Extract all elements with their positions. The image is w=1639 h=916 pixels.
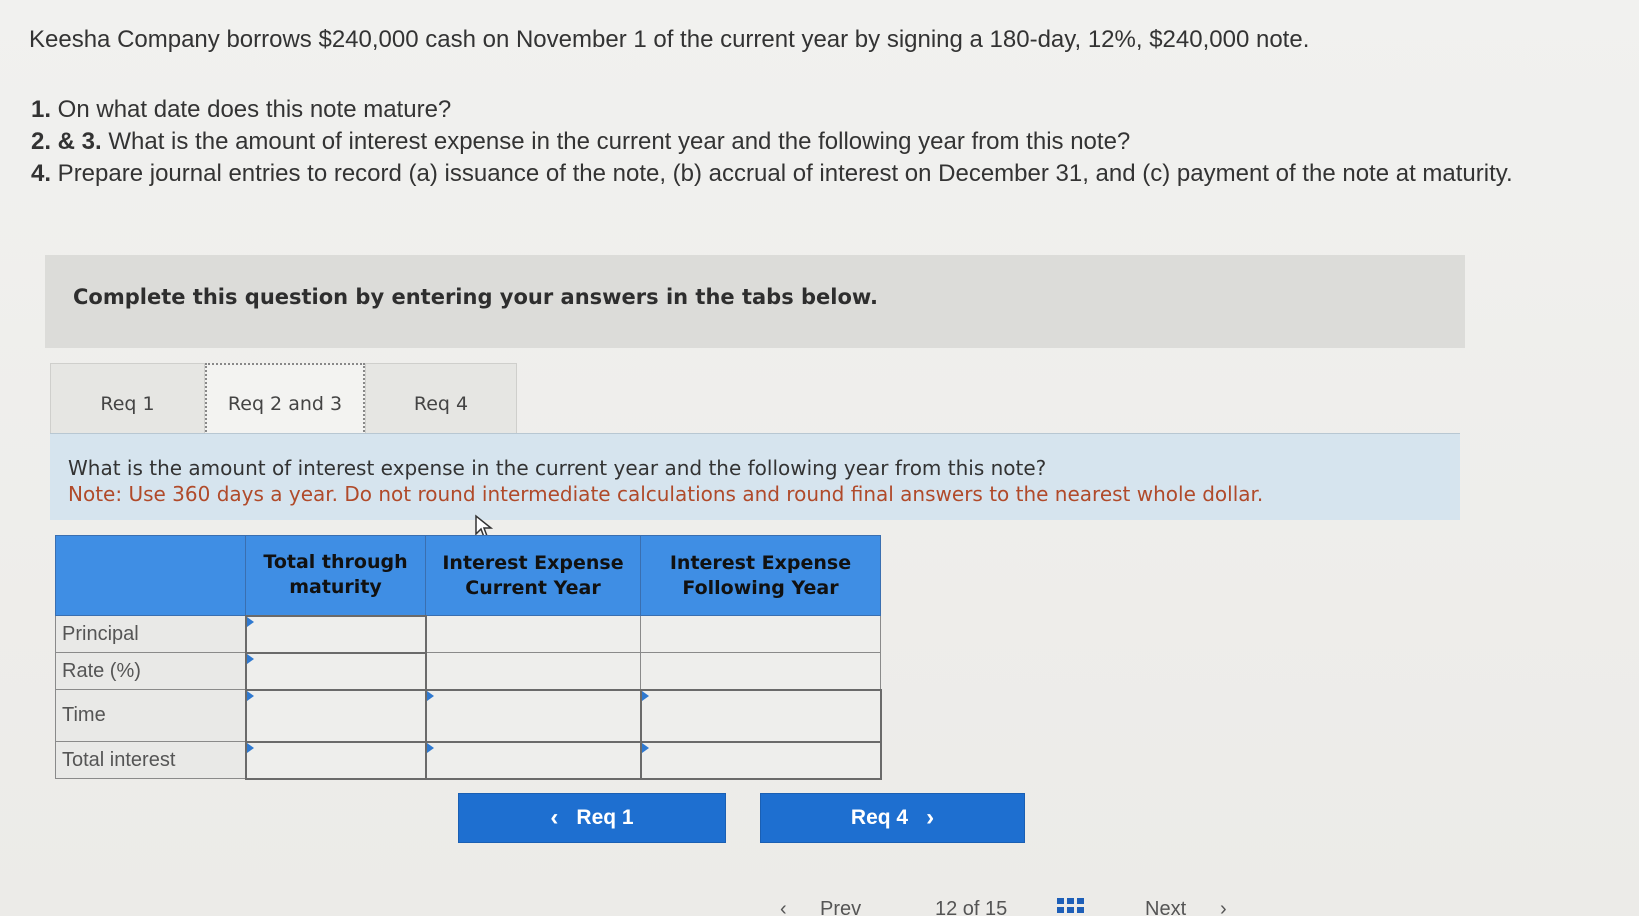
row-label: Rate (%) (55, 652, 246, 690)
interest-table: Total through maturity Interest Expense Cu… (55, 535, 882, 780)
question-list: 1. On what date does this note mature? 2… (31, 94, 1561, 190)
question-number: 4. (31, 160, 52, 187)
input-marker-icon (246, 690, 254, 701)
requirement-instructions: What is the amount of interest expense i… (50, 434, 1460, 520)
row-label: Total interest (55, 741, 246, 779)
chevron-right-icon: › (926, 804, 935, 831)
tab-label: Req 1 (100, 392, 155, 415)
page: Keesha Company borrows $240,000 cash on … (0, 0, 1639, 916)
pager-prev-chevron-icon[interactable]: ‹ (780, 898, 787, 916)
header-interest-current-year: Interest Expense Current Year (425, 535, 641, 616)
question-grid-icon[interactable] (1057, 898, 1087, 916)
total-interest-total-input[interactable] (244, 740, 427, 780)
problem-intro: Keesha Company borrows $240,000 cash on … (29, 26, 1310, 53)
cell-input[interactable] (246, 742, 425, 778)
input-marker-icon (246, 616, 254, 627)
principal-following-cell (640, 615, 881, 653)
tab-label: Req 2 and 3 (227, 393, 343, 415)
cell-input[interactable] (426, 742, 640, 778)
question-text: What is the amount of interest expense i… (101, 128, 1131, 155)
time-total-input[interactable] (244, 688, 427, 743)
rate-current-cell (425, 652, 641, 690)
pager-next-link[interactable]: Next (1145, 898, 1186, 916)
table-header-row: Total through maturity Interest Expense Cu… (55, 535, 881, 616)
principal-current-cell (425, 615, 641, 653)
table-row-time: Time (55, 688, 882, 743)
header-line: Following Year (682, 576, 839, 599)
input-marker-icon (246, 653, 254, 664)
pager-prev-link[interactable]: Prev (820, 898, 861, 916)
cell-input[interactable] (246, 616, 425, 652)
cell-input[interactable] (246, 690, 425, 741)
next-req-label: Req 4 (850, 806, 909, 829)
question-item: 4. Prepare journal entries to record (a)… (31, 158, 1561, 190)
next-req-button[interactable]: Req 4 › (760, 793, 1025, 843)
header-blank (55, 535, 246, 616)
input-marker-icon (426, 690, 434, 701)
row-label: Principal (55, 615, 246, 653)
total-interest-following-input[interactable] (639, 740, 882, 780)
tab-req-1[interactable]: Req 1 (50, 363, 205, 443)
header-line: Interest Expense (669, 551, 852, 574)
cell-input[interactable] (641, 742, 880, 778)
header-line: Interest Expense (442, 551, 624, 574)
instructions-banner: Complete this question by entering your … (45, 255, 1465, 348)
requirement-question: What is the amount of interest expense i… (68, 456, 1047, 480)
prev-req-label: Req 1 (576, 806, 634, 829)
time-following-input[interactable] (639, 688, 882, 743)
rate-following-cell (640, 652, 881, 690)
header-total-through-maturity: Total through maturity (245, 535, 426, 616)
cell-input[interactable] (426, 690, 640, 741)
input-marker-icon (246, 742, 254, 753)
input-marker-icon (426, 742, 434, 753)
rate-total-input[interactable] (244, 651, 427, 691)
row-label: Time (55, 689, 246, 742)
question-number: 1. (31, 96, 52, 123)
question-number: 2. & 3. (31, 128, 102, 155)
table-row-rate: Rate (%) (55, 651, 881, 691)
table-row-total-interest: Total interest (55, 740, 882, 780)
banner-text: Complete this question by entering your … (73, 285, 878, 309)
total-interest-current-input[interactable] (424, 740, 642, 780)
tab-label: Req 4 (413, 392, 469, 415)
cell-input[interactable] (641, 690, 880, 741)
prev-req-button[interactable]: ‹ Req 1 (458, 793, 726, 843)
header-interest-following-year: Interest Expense Following Year (640, 535, 881, 616)
input-marker-icon (641, 690, 649, 701)
cell-input[interactable] (246, 653, 425, 689)
pager-position: 12 of 15 (935, 898, 1008, 916)
tab-req-4[interactable]: Req 4 (365, 363, 517, 443)
tab-req-2-and-3[interactable]: Req 2 and 3 (205, 363, 365, 443)
question-item: 1. On what date does this note mature? (31, 94, 1561, 126)
requirement-note: Note: Use 360 days a year. Do not round … (68, 482, 1264, 506)
requirement-tabs: Req 1 Req 2 and 3 Req 4 (50, 363, 517, 443)
question-text: On what date does this note mature? (51, 96, 452, 123)
time-current-input[interactable] (424, 688, 642, 743)
pager-next-chevron-icon[interactable]: › (1220, 898, 1227, 916)
header-line: Current Year (465, 576, 601, 599)
chevron-left-icon: ‹ (550, 804, 559, 831)
header-line: maturity (289, 576, 382, 599)
principal-total-input[interactable] (244, 614, 427, 654)
question-item: 2. & 3. What is the amount of interest e… (31, 126, 1561, 158)
input-marker-icon (641, 742, 649, 753)
header-line: Total through (263, 551, 408, 574)
table-row-principal: Principal (55, 614, 881, 654)
question-text: Prepare journal entries to record (a) is… (51, 160, 1513, 187)
